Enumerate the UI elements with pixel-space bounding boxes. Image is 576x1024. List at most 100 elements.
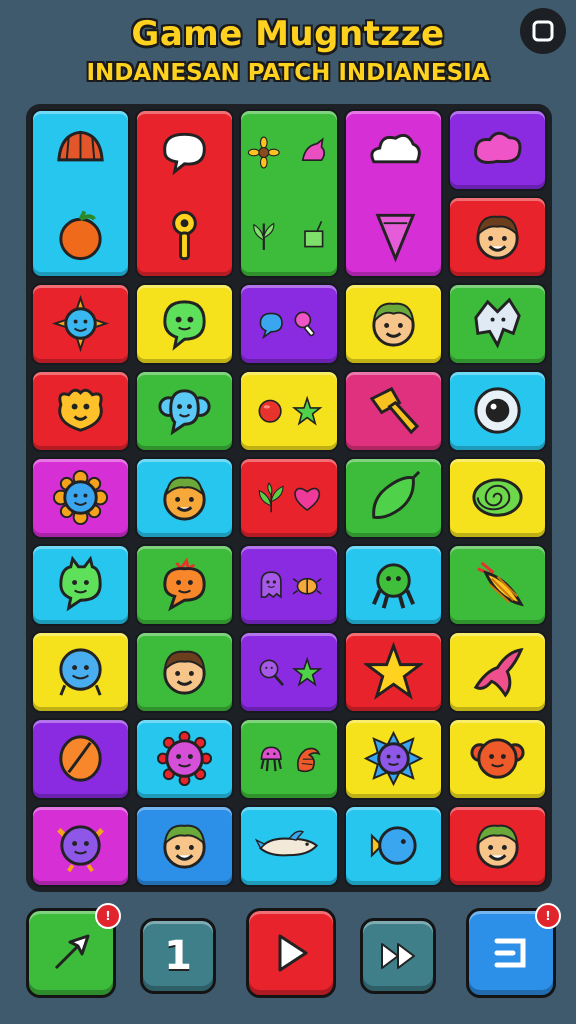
exit-icon	[494, 938, 526, 968]
green-alien-icon	[163, 300, 206, 352]
key-icon	[172, 210, 198, 260]
tile-blue-creature[interactable]	[447, 283, 547, 365]
play-button[interactable]	[246, 908, 336, 998]
tile-kid-face[interactable]	[135, 631, 235, 713]
exit-button[interactable]: !	[466, 903, 561, 998]
mirror-face-icon	[59, 648, 102, 697]
tile-eye[interactable]	[447, 370, 547, 452]
tile-cloud-rocket[interactable]	[343, 109, 443, 278]
gold-star-icon	[363, 642, 423, 701]
tile-spiky-creature[interactable]	[343, 718, 443, 800]
tile-green-pepper[interactable]	[343, 457, 443, 539]
glass-icon	[304, 221, 324, 248]
drumstick-icon	[294, 311, 315, 337]
tile-purple-bug[interactable]	[239, 544, 339, 626]
play-icon	[278, 934, 308, 972]
tile-pink-puffer[interactable]	[135, 718, 235, 800]
square-icon	[532, 20, 554, 42]
level-number: 1	[164, 933, 192, 979]
tile-orange-face[interactable]	[135, 457, 235, 539]
tile-gold-star[interactable]	[343, 631, 443, 713]
tile-pink-cloud[interactable]	[447, 109, 547, 191]
purple-ghost-icon	[260, 571, 282, 599]
orange-bird-icon	[163, 558, 206, 612]
purple-cat-icon	[57, 825, 104, 873]
eye-icon	[474, 387, 521, 435]
cursor-icon	[54, 934, 90, 970]
pink-puffer-icon	[157, 731, 213, 787]
level-indicator[interactable]: 1	[140, 918, 216, 994]
hammer-icon	[369, 387, 419, 435]
notification-badge: !	[95, 903, 121, 929]
pepper-icon	[371, 471, 420, 520]
game-board	[26, 104, 552, 892]
tile-shell-orange[interactable]	[31, 109, 131, 278]
leaf-stem-icon	[253, 222, 275, 251]
blue-bubble-icon	[259, 312, 283, 340]
spiky-creature-icon	[363, 731, 423, 787]
tile-bubble-meat[interactable]	[239, 283, 339, 365]
heart-icon	[294, 487, 321, 511]
tile-orange-egg[interactable]	[31, 718, 131, 800]
tile-boy-face[interactable]	[447, 196, 547, 278]
tile-green-hair-face[interactable]	[343, 283, 443, 365]
tile-blue-sun[interactable]	[31, 283, 131, 365]
shell-icon	[57, 131, 104, 162]
orange-egg-icon	[59, 735, 102, 783]
tile-red-fish[interactable]	[447, 718, 547, 800]
bottom-toolbar: ! 1 !	[0, 900, 576, 1010]
cursor-button[interactable]: !	[26, 903, 121, 998]
yellow-monster-icon	[58, 389, 103, 433]
tile-blue-elephant[interactable]	[135, 370, 235, 452]
tile-blue-mirror[interactable]	[31, 631, 131, 713]
smiling-kid-icon	[163, 651, 206, 696]
shrimp-icon	[296, 747, 321, 772]
blue-flower-icon	[53, 470, 109, 526]
menu-button[interactable]	[520, 8, 566, 54]
tile-leaf-heart[interactable]	[239, 457, 339, 539]
tile-flower-plant[interactable]	[239, 109, 339, 278]
tile-purple-cat[interactable]	[31, 805, 131, 887]
speech-bubble-icon	[163, 133, 207, 176]
tile-whale[interactable]	[239, 805, 339, 887]
sunflower-icon	[248, 136, 281, 169]
tile-green-octopus[interactable]	[343, 544, 443, 626]
beetle-icon	[292, 577, 322, 595]
tile-hammer[interactable]	[343, 370, 443, 452]
tile-green-cat[interactable]	[31, 544, 131, 626]
pink-bird-icon	[473, 648, 524, 699]
tile-spiral[interactable]	[447, 457, 547, 539]
small-star-icon	[291, 656, 323, 687]
fast-forward-button[interactable]	[360, 918, 436, 994]
tile-green-alien[interactable]	[135, 283, 235, 365]
tile-ball-star[interactable]	[239, 370, 339, 452]
tile-orange-bird[interactable]	[135, 544, 235, 626]
green-cat-icon	[59, 556, 102, 612]
tile-lollipop-star[interactable]	[239, 631, 339, 713]
tile-corn[interactable]	[447, 544, 547, 626]
blue-elephant-icon	[158, 389, 211, 436]
corn-icon	[477, 562, 524, 607]
tile-blue-fish[interactable]	[343, 805, 443, 887]
tile-bubble-key[interactable]	[135, 109, 235, 278]
sun-creature-icon	[51, 295, 110, 353]
tile-pink-bird[interactable]	[447, 631, 547, 713]
cloud-icon	[370, 134, 421, 164]
pink-squid-icon	[260, 746, 282, 771]
lollipop-icon	[259, 659, 284, 686]
leaf-icon	[258, 481, 284, 513]
pink-creature-icon	[301, 137, 326, 161]
tile-boy-face-3[interactable]	[447, 805, 547, 887]
tile-yellow-monster[interactable]	[31, 370, 131, 452]
game-title: Game Mugntzze	[131, 14, 445, 54]
orange-face-icon	[163, 477, 206, 522]
boy-grin-icon	[476, 825, 519, 870]
tile-boy-face-2[interactable]	[135, 805, 235, 887]
game-subtitle: INDANESAN PATCH INDIANESIA	[86, 60, 490, 86]
red-fish-icon	[470, 738, 525, 780]
tile-squid-shrimp[interactable]	[239, 718, 339, 800]
exit-badge: !	[535, 903, 561, 929]
red-ball-icon	[258, 399, 282, 423]
tile-blue-flower[interactable]	[31, 457, 131, 539]
green-octopus-icon	[371, 563, 415, 610]
